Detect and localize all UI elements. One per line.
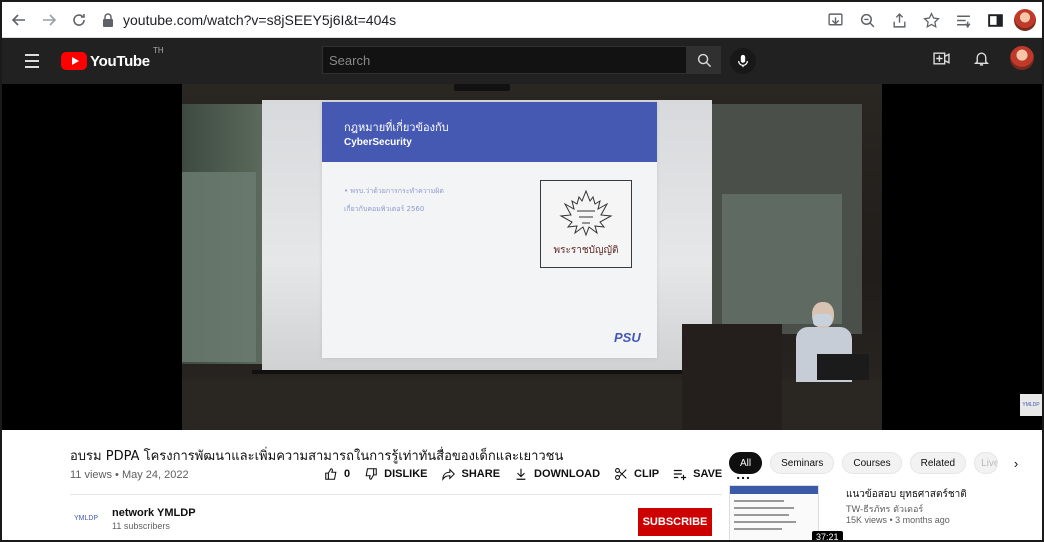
subscribe-button[interactable]: SUBSCRIBE	[638, 508, 712, 536]
subscriber-count: 11 subscribers	[112, 521, 170, 531]
share-label: SHARE	[461, 468, 501, 480]
address-bar[interactable]: youtube.com/watch?v=s8jSEEY5j6I&t=404s	[102, 8, 396, 32]
forward-icon[interactable]	[36, 7, 62, 33]
video-meta: 11 views • May 24, 2022	[70, 469, 189, 481]
save-label: SAVE	[693, 468, 723, 480]
psu-logo: PSU	[614, 330, 641, 345]
video-duration: 37:21	[812, 531, 843, 540]
like-count: 0	[344, 468, 351, 480]
recommended-video[interactable]: 37:21 แนวข้อสอบ ยุทธศาสตร์ชาติ TW-ธีรภัท…	[729, 485, 1039, 540]
search-input[interactable]	[323, 47, 686, 73]
url-text: youtube.com/watch?v=s8jSEEY5j6I&t=404s	[123, 12, 397, 28]
clip-label: CLIP	[634, 468, 660, 480]
notifications-button[interactable]	[970, 47, 992, 69]
bookmark-star-icon[interactable]	[918, 7, 944, 33]
search-button[interactable]	[687, 46, 721, 74]
download-button[interactable]: DOWNLOAD	[514, 467, 600, 481]
thumbs-down-icon	[365, 468, 377, 480]
download-label: DOWNLOAD	[534, 468, 601, 480]
garuda-emblem: พระราชบัญญัติ	[540, 180, 632, 268]
meta-separator: •	[115, 469, 119, 481]
youtube-header: YouTube TH	[2, 38, 1042, 84]
reload-icon[interactable]	[66, 7, 92, 33]
slide-bullet-line-2: เกี่ยวกับคอมพิวเตอร์ 2560	[344, 205, 425, 213]
youtube-logo[interactable]: YouTube TH	[61, 46, 164, 70]
recommended-channel: TW-ธีรภัทร ตัวเดอร์	[846, 505, 924, 515]
account-avatar[interactable]	[1010, 46, 1034, 70]
dislike-button[interactable]: DISLIKE	[364, 467, 428, 481]
wall-panel-left-inner	[182, 172, 256, 362]
emblem-icon	[559, 189, 613, 237]
voice-search-button[interactable]	[730, 48, 756, 74]
clip-button[interactable]: CLIP	[614, 467, 659, 481]
video-actions: 0 DISLIKE SHARE DOWNLOAD CLIP SAVE ...	[324, 466, 751, 482]
recommendation-chips: All Seminars Courses Related Live ›	[729, 452, 1026, 474]
podium	[682, 324, 782, 430]
logo-wordmark: YouTube	[90, 52, 150, 70]
back-icon[interactable]	[6, 7, 32, 33]
dislike-label: DISLIKE	[384, 468, 428, 480]
microphone-icon	[738, 54, 748, 68]
hamburger-menu-icon[interactable]	[22, 49, 46, 73]
slide-title-english: CyberSecurity	[344, 137, 412, 148]
slide-bullet: • พรบ.ว่าด้วยการกระทำความผิด เกี่ยวกับคอ…	[344, 182, 444, 218]
video-frame: กฎหมายที่เกี่ยวข้องกับ CyberSecurity • พ…	[182, 84, 882, 430]
slide-header: กฎหมายที่เกี่ยวข้องกับ CyberSecurity	[322, 102, 657, 162]
search-box	[322, 46, 687, 74]
profile-avatar[interactable]	[1014, 9, 1036, 31]
like-button[interactable]: 0	[324, 467, 350, 481]
chip-live[interactable]: Live	[974, 452, 999, 474]
recommended-meta: 15K views • 3 months ago	[846, 515, 950, 525]
video-thumbnail[interactable]	[729, 485, 819, 540]
save-button[interactable]: SAVE	[673, 467, 722, 481]
play-logo-icon	[61, 52, 87, 70]
chevron-right-icon[interactable]: ›	[1006, 452, 1026, 474]
recommended-title[interactable]: แนวข้อสอบ ยุทธศาสตร์ชาติ	[846, 487, 967, 502]
thumbs-up-icon	[325, 468, 337, 480]
browser-window: youtube.com/watch?v=s8jSEEY5j6I&t=404s Y…	[0, 0, 1044, 542]
chip-all[interactable]: All	[729, 452, 763, 474]
video-title: อบรม PDPA โครงการพัฒนาและเพิ่มความสามารถ…	[70, 449, 564, 464]
screen-rail	[252, 370, 722, 374]
install-icon[interactable]	[822, 7, 848, 33]
bell-icon	[973, 52, 989, 66]
slide-title-thai: กฎหมายที่เกี่ยวข้องกับ	[344, 121, 449, 134]
share-button[interactable]: SHARE	[441, 467, 501, 481]
channel-watermark[interactable]: YMLDP	[1020, 394, 1042, 416]
channel-name[interactable]: network YMLDP	[112, 507, 196, 519]
share-arrow-icon	[441, 468, 455, 481]
create-video-icon	[932, 51, 950, 65]
upload-date: May 24, 2022	[121, 469, 189, 481]
share-icon[interactable]	[886, 7, 912, 33]
zoom-icon[interactable]	[854, 7, 880, 33]
lock-icon	[103, 13, 113, 27]
slide-bullet-line-1: • พรบ.ว่าด้วยการกระทำความผิด	[344, 187, 444, 195]
download-icon	[516, 468, 526, 480]
side-panel-icon[interactable]	[982, 7, 1008, 33]
view-count: 11 views	[70, 469, 112, 481]
emblem-caption: พระราชบัญญัติ	[553, 245, 619, 256]
browser-toolbar: youtube.com/watch?v=s8jSEEY5j6I&t=404s	[2, 2, 1042, 38]
reading-list-icon[interactable]	[950, 7, 976, 33]
laptop	[817, 354, 869, 380]
playlist-add-icon	[673, 469, 687, 481]
scissors-icon	[615, 468, 627, 480]
channel-avatar[interactable]: YMLDP	[69, 505, 103, 531]
presentation-slide: กฎหมายที่เกี่ยวข้องกับ CyberSecurity • พ…	[322, 102, 657, 358]
projector	[454, 84, 510, 91]
search-icon	[697, 53, 711, 67]
chip-related[interactable]: Related	[909, 452, 967, 474]
video-player[interactable]: กฎหมายที่เกี่ยวข้องกับ CyberSecurity • พ…	[2, 84, 1042, 430]
chip-seminars[interactable]: Seminars	[770, 452, 835, 474]
region-code: TH	[153, 46, 164, 55]
divider	[70, 494, 722, 495]
create-video-button[interactable]	[930, 47, 952, 69]
chip-courses[interactable]: Courses	[842, 452, 902, 474]
